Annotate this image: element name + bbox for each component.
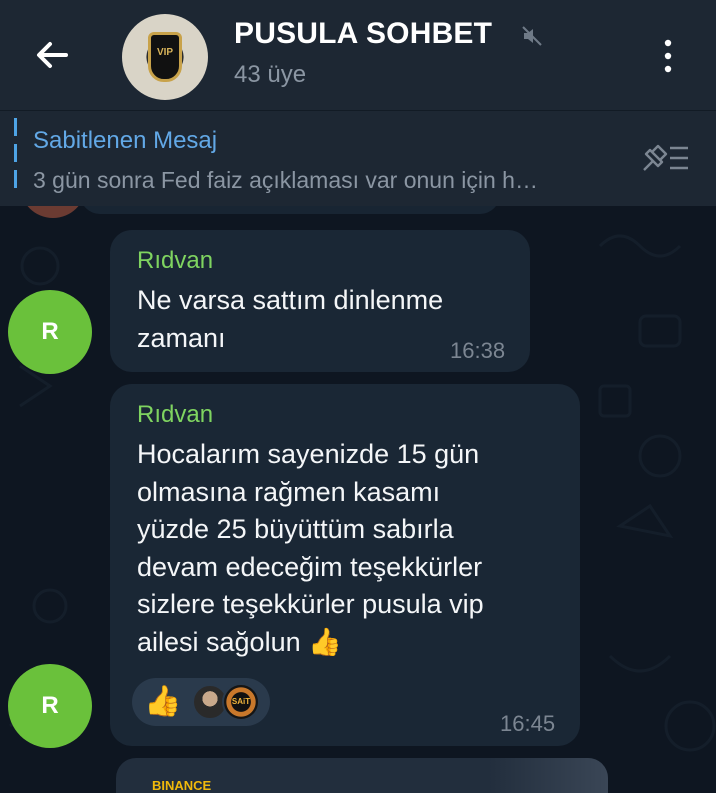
group-avatar[interactable]: VIP: [122, 14, 208, 100]
vip-logo: VIP: [148, 32, 182, 82]
message-text-line: yüzde 25 büyüttüm sabırla: [137, 514, 454, 544]
pinned-list-icon[interactable]: [640, 140, 692, 176]
member-count: 43 üye: [234, 61, 307, 88]
chat-title[interactable]: PUSULA SOHBET: [234, 17, 492, 51]
message-text-line: zamanı: [137, 323, 226, 353]
message-text-line: olmasına rağmen kasamı: [137, 477, 441, 507]
reaction-chip[interactable]: 👍 SAiT: [132, 678, 270, 726]
sender-avatar[interactable]: R: [8, 664, 92, 748]
chat-area[interactable]: Rıdvan Ne varsa sattım dinlenme zamanı 1…: [0, 206, 716, 793]
sender-avatar[interactable]: R: [8, 290, 92, 374]
back-arrow-icon[interactable]: [30, 33, 74, 77]
message-time: 16:45: [500, 711, 556, 736]
preview-image: [488, 758, 608, 793]
pinned-text[interactable]: 3 gün sonra Fed faiz açıklaması var onun…: [33, 167, 633, 194]
message-text-line: Hocalarım sayenizde 15 gün: [137, 439, 480, 469]
sender-name[interactable]: Rıdvan: [137, 247, 213, 275]
pinned-title[interactable]: Sabitlenen Mesaj: [33, 127, 217, 155]
mute-icon: [522, 26, 542, 46]
message-text-line: ailesi sağolun 👍: [137, 627, 342, 657]
previous-message-bubble[interactable]: [80, 206, 500, 214]
message-text-line: sizlere teşekkürler pusula vip: [137, 589, 484, 619]
more-vertical-icon[interactable]: [656, 36, 680, 76]
sender-name[interactable]: Rıdvan: [137, 401, 213, 429]
message-text-line: devam edeceğim teşekkürler: [137, 552, 483, 582]
next-message-preview[interactable]: BINANCE: [116, 758, 608, 793]
message-time: 16:38: [450, 338, 506, 363]
message-text-line: Ne varsa sattım dinlenme: [137, 285, 444, 315]
thumbs-up-reaction: 👍: [144, 685, 182, 718]
pinned-indicator: [14, 118, 17, 190]
binance-logo: BINANCE: [152, 778, 212, 793]
reactor-avatar-badge: SAiT: [222, 683, 260, 721]
